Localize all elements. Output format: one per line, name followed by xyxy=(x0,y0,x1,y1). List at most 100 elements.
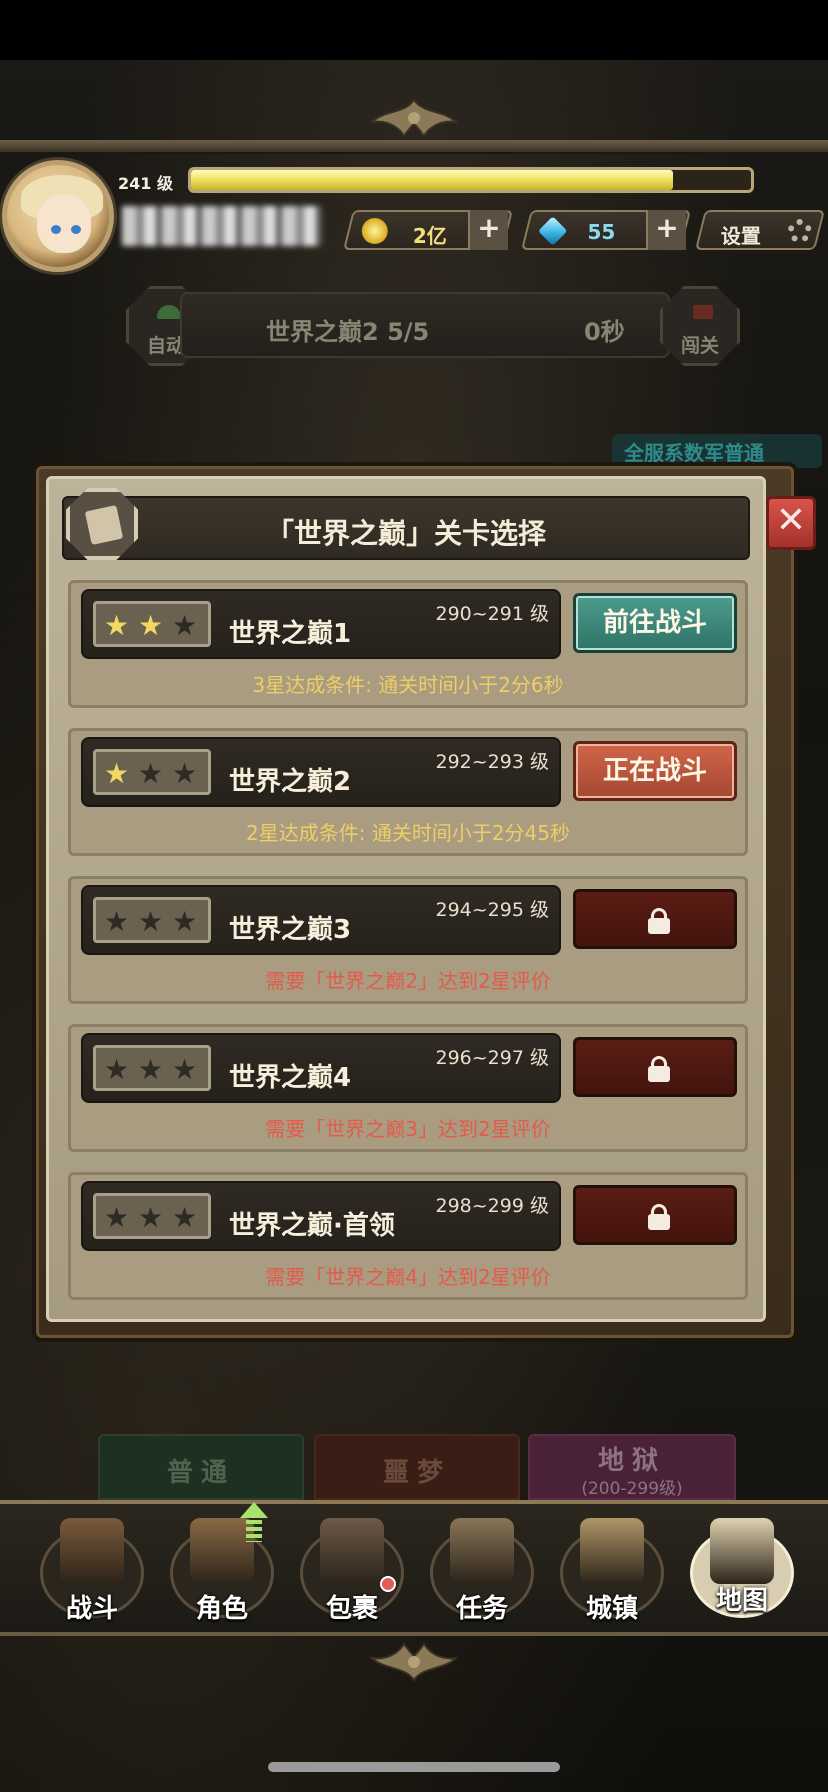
stage-name: 世界之巅3 xyxy=(229,915,352,945)
auto-icon xyxy=(157,305,181,319)
modal-title-bar: 「世界之巅」关卡选择 xyxy=(62,496,750,560)
nav-item[interactable]: 城镇 xyxy=(550,1506,674,1630)
challenge-icon xyxy=(693,305,713,319)
xp-bar-fill xyxy=(191,170,673,190)
scroll-icon xyxy=(450,1518,514,1584)
stage-locked-button[interactable] xyxy=(573,1185,737,1245)
go-to-battle-button[interactable]: 前往战斗 xyxy=(573,593,737,653)
upgrade-bars-icon xyxy=(246,1520,262,1542)
gold-coin-icon xyxy=(361,218,388,244)
stage-rating: ★ ★ ★ xyxy=(93,1193,211,1239)
tab-hell-label: 地狱 xyxy=(597,1446,666,1476)
stage-condition: 需要「世界之巅2」达到2星评价 xyxy=(265,969,551,993)
xp-bar xyxy=(188,167,754,193)
stage-name: 世界之巅2 xyxy=(229,767,352,797)
stage-level-range: 298~299 级 xyxy=(435,1195,550,1217)
tab-nightmare-label: 噩梦 xyxy=(382,1458,451,1488)
lock-icon xyxy=(648,1056,670,1082)
avatar-face xyxy=(37,195,91,253)
star-icon: ★ xyxy=(172,1201,198,1234)
lock-icon xyxy=(648,908,670,934)
nav-item[interactable]: 包裹 xyxy=(290,1506,414,1630)
stage-rating: ★ ★ ★ xyxy=(93,601,211,647)
stage-level-range: 290~291 级 xyxy=(435,603,550,625)
nav-label: 战斗 xyxy=(65,1594,118,1624)
nav-item[interactable]: 角色 xyxy=(160,1502,284,1630)
castle-tower-icon xyxy=(580,1518,644,1584)
nav-item[interactable]: 战斗 xyxy=(30,1506,154,1630)
player-name-blurred xyxy=(122,206,322,246)
tab-normal-label: 普通 xyxy=(166,1458,235,1488)
stage-level-range: 296~297 级 xyxy=(435,1047,550,1069)
stage-rating: ★ ★ ★ xyxy=(93,897,211,943)
stage-info: ★ ★ ★ 世界之巅1 290~291 级 xyxy=(81,589,561,659)
battle-status-bar: 世界之巅2 5/5 0秒 xyxy=(180,292,670,358)
add-gold-button[interactable]: + xyxy=(468,210,508,250)
home-indicator[interactable] xyxy=(268,1762,560,1772)
map-icon xyxy=(710,1518,774,1584)
stage-info: ★ ★ ★ 世界之巅4 296~297 级 xyxy=(81,1033,561,1103)
settings-label: 设置 xyxy=(720,224,761,248)
star-icon: ★ xyxy=(138,609,164,642)
stage-locked-button[interactable] xyxy=(573,889,737,949)
stage-name: 世界之巅·首领 xyxy=(229,1211,395,1241)
top-frame xyxy=(0,140,828,154)
tab-normal[interactable]: 普通 xyxy=(98,1434,304,1500)
stage-name: 世界之巅1 xyxy=(229,619,352,649)
nav-label: 地图 xyxy=(715,1586,768,1616)
stage-card: ★ ★ ★ 世界之巅3 294~295 级需要「世界之巅2」达到2星评价 xyxy=(68,876,748,1004)
star-icon: ★ xyxy=(104,757,130,790)
tab-nightmare[interactable]: 噩梦 xyxy=(314,1434,520,1500)
star-icon: ★ xyxy=(172,757,198,790)
game-screen: 241 级 2亿 + 55 + 设置 自动 世界之巅2 5/5 0秒 闯关 全服… xyxy=(0,0,828,1792)
gear-icon xyxy=(787,219,812,243)
backpack-icon xyxy=(320,1518,384,1584)
diamond-icon xyxy=(538,216,568,246)
nav-item[interactable]: 任务 xyxy=(420,1506,544,1630)
stage-locked-button[interactable] xyxy=(573,1037,737,1097)
star-icon: ★ xyxy=(172,905,198,938)
star-icon: ★ xyxy=(138,905,164,938)
stage-card: ★ ★ ★ 世界之巅1 290~291 级 前往战斗 3星达成条件: 通关时间小于2分6秒 xyxy=(68,580,748,708)
bottom-ornament xyxy=(369,1642,459,1682)
star-icon: ★ xyxy=(104,905,130,938)
settings-button[interactable]: 设置 xyxy=(695,210,825,250)
star-icon: ★ xyxy=(104,1201,130,1234)
stage-card: ★ ★ ★ 世界之巅2 292~293 级正在战斗 2星达成条件: 通关时间小于2分45秒 xyxy=(68,728,748,856)
stage-condition: 3星达成条件: 通关时间小于2分6秒 xyxy=(252,673,564,697)
add-gems-button[interactable]: + xyxy=(646,210,686,250)
star-icon: ★ xyxy=(138,1053,164,1086)
lock-icon xyxy=(648,1204,670,1230)
tab-hell[interactable]: 地狱 (200-299级) xyxy=(528,1434,736,1500)
gold-counter: 2亿 + xyxy=(343,210,513,250)
stage-info: ★ ★ ★ 世界之巅3 294~295 级 xyxy=(81,885,561,955)
gold-value: 2亿 xyxy=(412,224,447,248)
star-icon: ★ xyxy=(104,609,130,642)
challenge-button[interactable]: 闯关 xyxy=(660,286,740,366)
stage-info: ★ ★ ★ 世界之巅2 292~293 级 xyxy=(81,737,561,807)
nav-label: 任务 xyxy=(455,1594,508,1624)
close-button[interactable]: ✕ xyxy=(766,496,816,550)
nav-item[interactable]: 地图 xyxy=(680,1506,804,1630)
star-icon: ★ xyxy=(104,1053,130,1086)
stage-level-range: 294~295 级 xyxy=(435,899,550,921)
stage-level-range: 292~293 级 xyxy=(435,751,550,773)
challenge-label: 闯关 xyxy=(680,335,719,357)
player-avatar[interactable] xyxy=(2,160,114,272)
stage-condition: 2星达成条件: 通关时间小于2分45秒 xyxy=(246,821,570,845)
avatar-eye xyxy=(71,225,81,234)
gem-counter: 55 + xyxy=(521,210,691,250)
stage-card: ★ ★ ★ 世界之巅4 296~297 级需要「世界之巅3」达到2星评价 xyxy=(68,1024,748,1152)
gem-value: 55 xyxy=(587,220,616,244)
current-stage-name: 世界之巅2 5/5 xyxy=(266,318,430,346)
battle-timer: 0秒 xyxy=(584,318,625,346)
stage-condition: 需要「世界之巅3」达到2星评价 xyxy=(265,1117,551,1141)
in-battle-button[interactable]: 正在战斗 xyxy=(573,741,737,801)
nav-label: 包裹 xyxy=(325,1594,378,1624)
stage-condition: 需要「世界之巅4」达到2星评价 xyxy=(265,1265,551,1289)
nav-label: 角色 xyxy=(195,1594,248,1624)
avatar-eye xyxy=(51,225,61,234)
stage-name: 世界之巅4 xyxy=(229,1063,352,1093)
sword-shield-icon xyxy=(60,1518,124,1584)
star-icon: ★ xyxy=(172,1053,198,1086)
